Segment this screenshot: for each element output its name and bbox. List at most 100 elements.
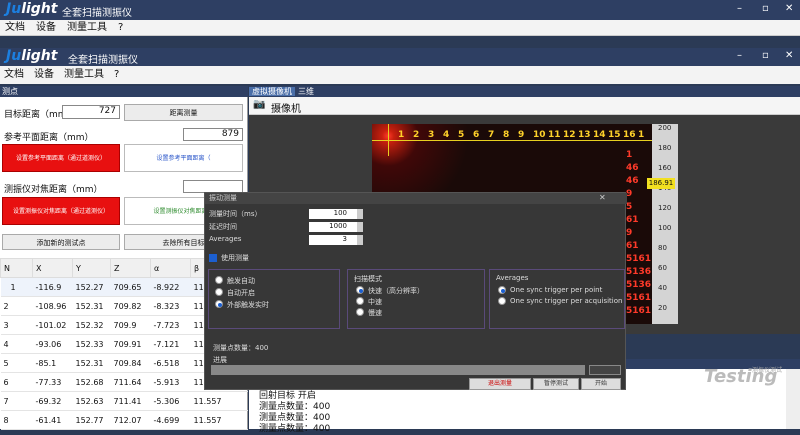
- camera-side-label: 61: [626, 215, 639, 225]
- table-cell: 8: [0, 410, 33, 430]
- spin-arrows-icon[interactable]: [357, 209, 363, 219]
- table-cell: -85.1: [32, 353, 73, 373]
- ref-plane-input[interactable]: 879: [183, 128, 243, 141]
- camera-number: 13: [578, 130, 591, 140]
- column-header-alpha[interactable]: α: [150, 258, 191, 278]
- back-close-button[interactable]: ✕: [785, 3, 793, 14]
- tab-virtual-camera[interactable]: 虚拟摄像机: [249, 87, 295, 96]
- menu-device[interactable]: 设备: [34, 66, 54, 84]
- camera-side-label: 9: [626, 228, 633, 238]
- table-cell: 152.63: [72, 391, 111, 411]
- column-header-n[interactable]: N: [0, 258, 33, 278]
- scan-mode-panel: 扫描模式 快速（高分辨率） 中速 慢速: [347, 269, 485, 329]
- table-cell: 7: [0, 391, 33, 411]
- column-header-z[interactable]: Z: [110, 258, 151, 278]
- dialog-field-label: 延迟时间: [209, 223, 237, 231]
- scan-mode-title: 扫描模式: [354, 275, 382, 283]
- table-cell: 709.82: [110, 296, 151, 316]
- table-row[interactable]: 8 -61.41 152.77 712.07 -4.699 11.557: [0, 410, 248, 430]
- column-header-y[interactable]: Y: [72, 258, 111, 278]
- progress-readout: [589, 365, 621, 375]
- back-menu-file[interactable]: 文档: [5, 22, 25, 33]
- close-button[interactable]: ✕: [785, 50, 793, 61]
- target-distance-input[interactable]: 727: [62, 105, 120, 119]
- radio-label: 外部触发实时: [227, 301, 269, 309]
- radio-button[interactable]: [215, 300, 223, 308]
- output-line: 测量点数量：400: [259, 413, 331, 423]
- watermark-sub: 测振仪测试: [752, 367, 783, 374]
- radio-button[interactable]: [498, 286, 506, 294]
- dialog-field-input[interactable]: 100: [309, 209, 357, 219]
- dialog-close-icon[interactable]: ✕: [599, 193, 606, 202]
- scale-tick: 120: [658, 204, 672, 212]
- radio-button[interactable]: [215, 288, 223, 296]
- table-cell: 11.557: [190, 391, 248, 411]
- radio-button[interactable]: [356, 286, 364, 294]
- tab-3d[interactable]: 三维: [295, 87, 317, 96]
- dialog-field-label: Averages: [209, 235, 242, 243]
- menu-file[interactable]: 文档: [4, 66, 24, 84]
- table-row[interactable]: 7 -69.32 152.63 711.41 -5.306 11.557: [0, 391, 248, 411]
- points-panel-header: 测点: [0, 86, 248, 97]
- set-ref-plane-autoreturn-button[interactable]: 设置参考平面距离（通过道测仪）: [2, 144, 120, 172]
- set-focus-autoreturn-button[interactable]: 设置测振仪对焦距离（通过道测仪）: [2, 197, 120, 225]
- table-cell: -5.913: [150, 372, 191, 392]
- distance-measure-button[interactable]: 距离测量: [124, 104, 243, 121]
- spin-arrows-icon[interactable]: [357, 235, 363, 245]
- camera-number: 7: [488, 130, 495, 140]
- set-ref-plane-button[interactable]: 设置参考平面距离（: [124, 144, 243, 172]
- radio-label: One sync trigger per point: [510, 286, 603, 294]
- use-measurement-checkbox[interactable]: [209, 254, 217, 262]
- table-cell: -108.96: [32, 296, 73, 316]
- table-cell: -7.121: [150, 334, 191, 354]
- table-cell: 711.64: [110, 372, 151, 392]
- back-menu-bar: 文档 设备 测量工具?: [0, 20, 800, 36]
- back-menu-tools[interactable]: 测量工具: [67, 22, 107, 33]
- camera-side-label: 1: [626, 150, 633, 160]
- radio-button[interactable]: [215, 276, 223, 284]
- column-header-x[interactable]: X: [32, 258, 73, 278]
- table-cell: 711.41: [110, 391, 151, 411]
- camera-number: 10: [533, 130, 546, 140]
- radio-button[interactable]: [498, 297, 506, 305]
- menu-tools[interactable]: 测量工具: [64, 66, 104, 84]
- table-cell: 6: [0, 372, 33, 392]
- add-new-point-button[interactable]: 添加新的测试点: [2, 234, 120, 250]
- menu-bar: 文档 设备 测量工具?: [0, 66, 800, 84]
- table-cell: -61.41: [32, 410, 73, 430]
- camera-header: 📷 摄像机: [249, 97, 800, 115]
- camera-number: 9: [518, 130, 525, 140]
- ref-plane-label: 参考平面距离（mm）: [4, 133, 94, 143]
- back-window-logo: Julight: [6, 1, 58, 17]
- spin-arrows-icon[interactable]: [357, 222, 363, 232]
- scale-tick: 160: [658, 164, 672, 172]
- camera-side-label: 5161: [626, 293, 652, 303]
- radio-button[interactable]: [356, 308, 364, 316]
- averages-panel: Averages One sync trigger per point One s…: [489, 269, 625, 329]
- dialog-field-input[interactable]: 3: [309, 235, 357, 245]
- camera-number: 8: [503, 130, 510, 140]
- exit-measurement-button[interactable]: 退出测量: [469, 378, 531, 390]
- back-menu-device[interactable]: 设备: [36, 22, 56, 33]
- camera-number: 5: [458, 130, 465, 140]
- table-cell: 152.31: [72, 296, 111, 316]
- menu-help[interactable]: ?: [114, 66, 119, 84]
- radio-button[interactable]: [356, 297, 364, 305]
- back-maximize-button[interactable]: ▫: [762, 3, 769, 14]
- pause-test-button[interactable]: 暂停测试: [533, 378, 579, 390]
- table-cell: 152.68: [72, 372, 111, 392]
- minimize-button[interactable]: –: [737, 50, 742, 61]
- camera-side-label: 5161: [626, 254, 652, 264]
- window-gap: [0, 36, 800, 48]
- back-menu-help[interactable]: ?: [118, 22, 123, 33]
- dialog-field-input[interactable]: 1000: [309, 222, 357, 232]
- output-scrollbar[interactable]: [786, 369, 800, 429]
- start-button[interactable]: 开始: [581, 378, 621, 390]
- maximize-button[interactable]: ▫: [762, 50, 769, 61]
- dialog-title: 振动测量: [205, 193, 627, 204]
- output-line: 测量点数量：400: [259, 424, 331, 434]
- back-minimize-button[interactable]: –: [737, 3, 742, 14]
- averages-title: Averages: [496, 274, 529, 282]
- progress-bar: [211, 365, 585, 375]
- camera-number: 1: [398, 130, 405, 140]
